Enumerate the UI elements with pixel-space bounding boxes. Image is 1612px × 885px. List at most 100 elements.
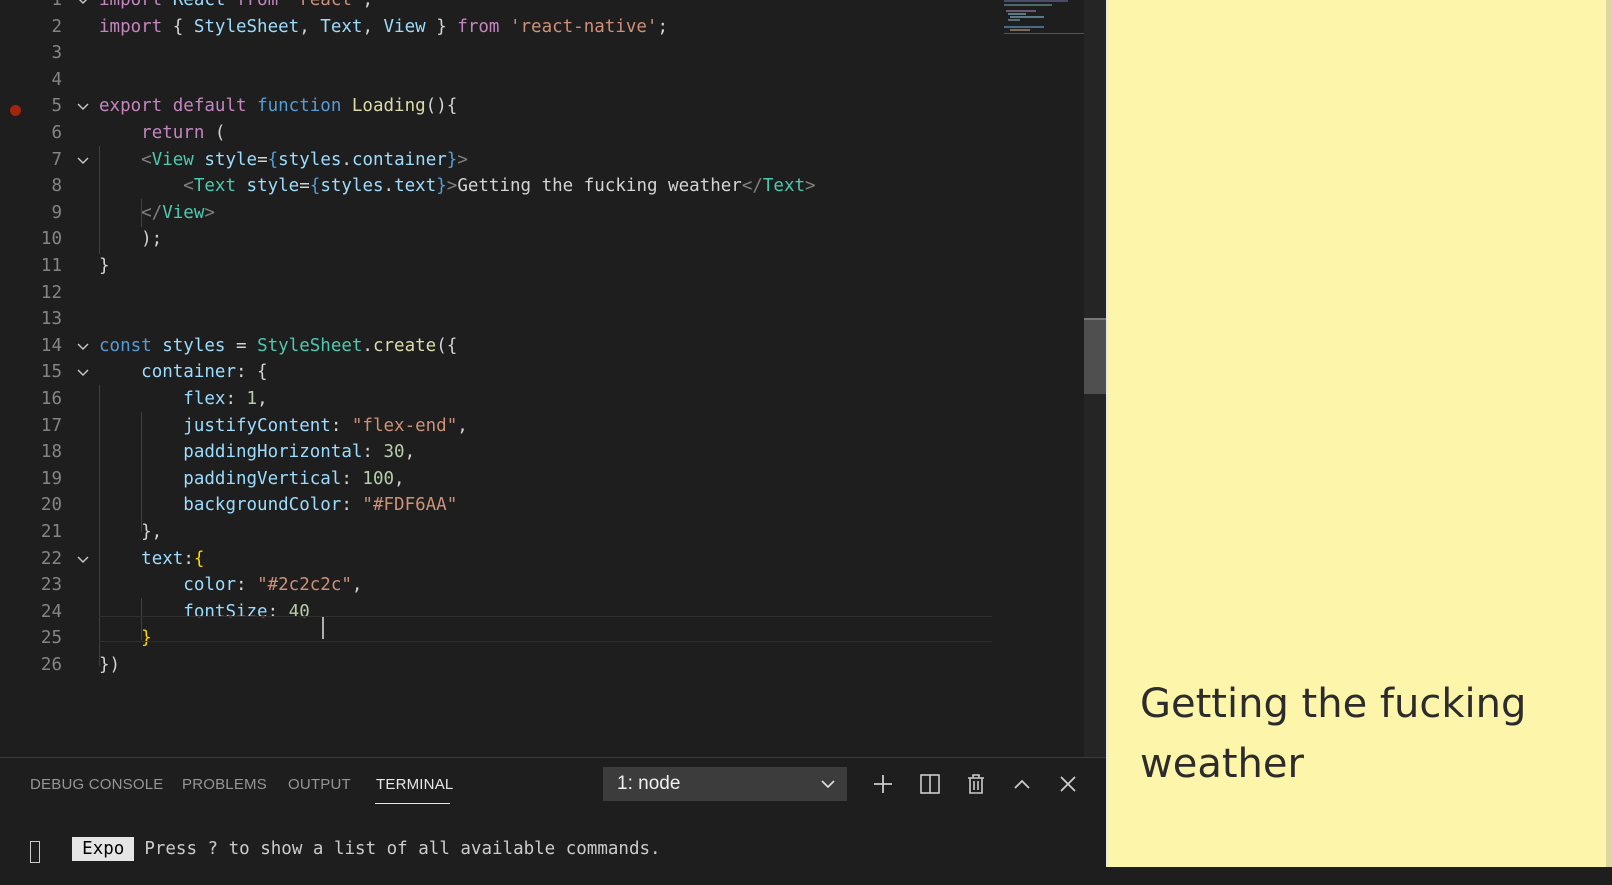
app-preview: Getting the fucking weather xyxy=(1108,0,1606,867)
indent-guide xyxy=(99,146,100,254)
close-panel-icon[interactable] xyxy=(1056,772,1080,796)
indent-guide xyxy=(141,412,142,532)
scrollbar-cursor-marker xyxy=(1084,318,1106,320)
code-line[interactable]: 7 <View style={styles.container}> xyxy=(0,147,1000,174)
code-line[interactable]: 18 paddingHorizontal: 30, xyxy=(0,439,1000,466)
code-line[interactable]: 8 <Text style={styles.text}>Getting the … xyxy=(0,173,1000,200)
line-number[interactable]: 11 xyxy=(20,253,62,280)
code-line[interactable]: 14 const styles = StyleSheet.create({ xyxy=(0,333,1000,360)
line-number[interactable]: 17 xyxy=(20,413,62,440)
code-line[interactable]: 20 backgroundColor: "#FDF6AA" xyxy=(0,492,1000,519)
code-text: </View> xyxy=(141,202,215,223)
code-text: paddingHorizontal: 30, xyxy=(183,442,416,463)
terminal-select-value: 1: node xyxy=(617,773,681,794)
code-line[interactable]: 6 return ( xyxy=(0,120,1000,147)
tab-terminal[interactable]: TERMINAL xyxy=(376,776,453,793)
line-number[interactable]: 16 xyxy=(20,386,62,413)
line-number[interactable]: 6 xyxy=(20,120,62,147)
trash-icon[interactable] xyxy=(964,772,988,796)
indent-guide xyxy=(141,199,142,227)
active-tab-indicator xyxy=(375,803,450,804)
tab-problems[interactable]: PROBLEMS xyxy=(182,776,267,793)
tab-debug-console[interactable]: DEBUG CONSOLE xyxy=(30,776,163,793)
line-number[interactable]: 22 xyxy=(20,546,62,573)
minimap[interactable] xyxy=(1000,0,1084,40)
code-line[interactable]: 2 import { StyleSheet, Text, View } from … xyxy=(0,14,1000,41)
code-text: return ( xyxy=(141,123,226,143)
line-number[interactable]: 9 xyxy=(20,200,62,227)
terminal-cursor[interactable] xyxy=(30,841,40,863)
code-text: export default function Loading(){ xyxy=(99,96,458,117)
code-line[interactable]: 16 flex: 1, xyxy=(0,386,1000,413)
code-line[interactable]: 10 ); xyxy=(0,226,1000,253)
fold-chevron-icon[interactable] xyxy=(76,153,90,167)
line-number[interactable]: 1 xyxy=(20,0,62,14)
line-number[interactable]: 19 xyxy=(20,466,62,493)
code-line[interactable]: 13 xyxy=(0,306,1000,333)
code-line[interactable]: 26}) xyxy=(0,652,1000,679)
code-line[interactable]: 19 paddingVertical: 100, xyxy=(0,466,1000,493)
fold-chevron-icon[interactable] xyxy=(76,0,90,7)
code-line[interactable]: 15 container: { xyxy=(0,359,1000,386)
line-number[interactable]: 15 xyxy=(20,359,62,386)
line-number[interactable]: 4 xyxy=(20,67,62,94)
code-line[interactable]: 5 export default function Loading(){ xyxy=(0,93,1000,120)
line-number[interactable]: 20 xyxy=(20,492,62,519)
line-number[interactable]: 2 xyxy=(20,14,62,41)
line-number[interactable]: 5 xyxy=(20,93,62,120)
code-text: import React from 'react'; xyxy=(99,0,373,10)
code-editor[interactable]: 1 import React from 'react'; 2 import { Sty… xyxy=(0,0,1106,757)
line-number[interactable]: 21 xyxy=(20,519,62,546)
code-text: paddingVertical: 100, xyxy=(183,468,405,489)
code-text: } xyxy=(99,256,110,276)
code-text: text:{ xyxy=(141,548,205,569)
code-line[interactable]: 9 </View> xyxy=(0,200,1000,227)
line-number[interactable]: 23 xyxy=(20,572,62,599)
code-line[interactable]: 23 color: "#2c2c2c", xyxy=(0,572,1000,599)
code-text: color: "#2c2c2c", xyxy=(183,575,363,596)
line-number[interactable]: 24 xyxy=(20,599,62,626)
chevron-down-icon xyxy=(821,767,835,813)
fold-chevron-icon[interactable] xyxy=(76,365,90,379)
line-number[interactable]: 3 xyxy=(20,40,62,67)
code-text: flex: 1, xyxy=(183,389,268,409)
line-number[interactable]: 13 xyxy=(20,306,62,333)
code-line[interactable]: 17 justifyContent: "flex-end", xyxy=(0,413,1000,440)
code-text: backgroundColor: "#FDF6AA" xyxy=(183,495,458,516)
line-number[interactable]: 7 xyxy=(20,147,62,174)
expo-badge: Expo xyxy=(72,837,135,861)
terminal-output-line: Expo Press ? to show a list of all availa… xyxy=(30,813,661,861)
breakpoint-icon[interactable] xyxy=(10,105,21,116)
code-line[interactable]: 3 xyxy=(0,40,1000,67)
line-number[interactable]: 18 xyxy=(20,439,62,466)
code-text: <Text style={styles.text}>Getting the fu… xyxy=(183,176,816,197)
fold-chevron-icon[interactable] xyxy=(76,339,90,353)
code-line[interactable]: 11} xyxy=(0,253,1000,280)
split-terminal-icon[interactable] xyxy=(918,772,942,796)
line-number[interactable]: 8 xyxy=(20,173,62,200)
terminal-select[interactable]: 1: node xyxy=(603,767,847,801)
fold-chevron-icon[interactable] xyxy=(76,552,90,566)
bottom-panel: DEBUG CONSOLE PROBLEMS OUTPUT TERMINAL 1… xyxy=(0,757,1106,868)
code-line[interactable]: 4 xyxy=(0,67,1000,94)
text-cursor xyxy=(322,617,324,639)
preview-window-edge xyxy=(1606,0,1612,867)
current-line-highlight xyxy=(99,616,992,642)
scrollbar-thumb[interactable] xyxy=(1084,318,1106,394)
fold-chevron-icon[interactable] xyxy=(76,99,90,113)
code-line[interactable]: 12 xyxy=(0,280,1000,307)
code-line[interactable]: 22 text:{ xyxy=(0,546,1000,573)
tab-output[interactable]: OUTPUT xyxy=(288,776,351,793)
line-number[interactable]: 25 xyxy=(20,625,62,652)
line-number[interactable]: 12 xyxy=(20,280,62,307)
code-line[interactable]: 1 import React from 'react'; xyxy=(0,0,1000,14)
maximize-panel-icon[interactable] xyxy=(1010,772,1034,796)
code-text: justifyContent: "flex-end", xyxy=(183,415,468,436)
line-number[interactable]: 14 xyxy=(20,333,62,360)
add-terminal-icon[interactable] xyxy=(871,772,895,796)
line-number[interactable]: 26 xyxy=(20,652,62,679)
code-line[interactable]: 21 }, xyxy=(0,519,1000,546)
code-text: ); xyxy=(99,229,163,250)
code-text: }) xyxy=(99,655,121,675)
line-number[interactable]: 10 xyxy=(20,226,62,253)
